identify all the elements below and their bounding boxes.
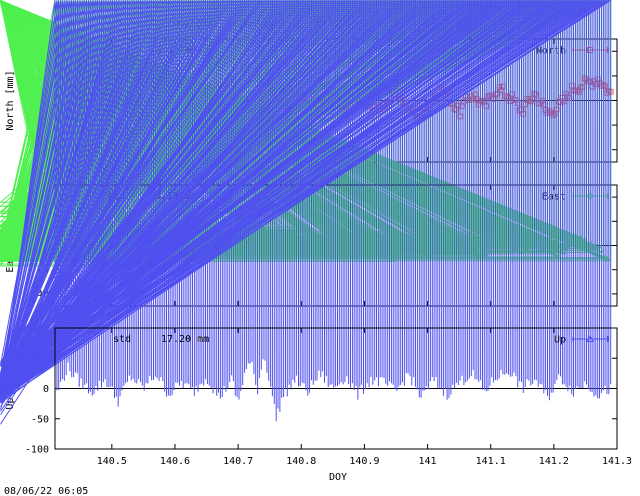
x-tick-label: 141.3 <box>602 456 632 467</box>
panels: 40200-20-40North [mm]std 8.31 mm North4020… <box>0 0 632 483</box>
figure: Kinematic repeatability (L) for 1191.300… <box>0 0 632 496</box>
std-value: 17.20 mm <box>161 334 209 345</box>
x-tick-label: 140.6 <box>160 456 190 467</box>
legend-label: Up <box>554 335 566 346</box>
x-tick-label: 141.2 <box>539 456 569 467</box>
x-tick-label: 140.5 <box>97 456 127 467</box>
series-up <box>0 0 612 425</box>
std-label: std <box>113 334 131 345</box>
x-tick-label: 141 <box>419 456 437 467</box>
x-tick-label: 140.8 <box>286 456 316 467</box>
y-axis-label: North [mm] <box>5 70 16 130</box>
y-tick-label: 0 <box>43 384 49 395</box>
timestamp: 08/06/22 06:05 <box>4 486 88 496</box>
y-tick-label: -50 <box>31 414 49 425</box>
x-tick-label: 141.1 <box>476 456 506 467</box>
y-tick-label: -100 <box>25 445 49 456</box>
x-tick-label: 140.7 <box>223 456 253 467</box>
x-axis-label: DOY <box>329 472 347 483</box>
x-tick-label: 140.9 <box>349 456 379 467</box>
